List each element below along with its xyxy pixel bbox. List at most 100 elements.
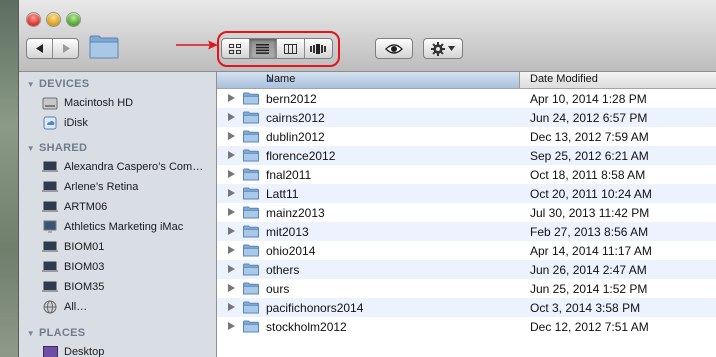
disclosure-triangle-icon: ▼: [26, 328, 35, 338]
folder-icon: [243, 263, 259, 276]
sidebar-item-desktop[interactable]: Desktop: [19, 342, 217, 357]
disclosure-triangle-icon[interactable]: [228, 322, 235, 330]
folder-icon: [243, 187, 259, 200]
date-modified: Jun 26, 2014 2:47 AM: [530, 263, 647, 277]
file-name: mit2013: [266, 225, 309, 239]
folder-icon: [243, 168, 259, 181]
table-row[interactable]: mit2013 Feb 27, 2013 8:56 AM: [217, 222, 716, 241]
chevron-right-icon: [62, 44, 70, 53]
file-name: fnal2011: [266, 168, 312, 182]
sidebar-item-shared-computer[interactable]: BIOM01: [19, 237, 217, 257]
sidebar-item-shared-computer[interactable]: ARTM06: [19, 197, 217, 217]
file-list: Name ▲ Date Modified bern2012 Apr 10, 201…: [217, 72, 716, 357]
sidebar-item-label: Desktop: [64, 346, 105, 357]
sidebar-section-devices[interactable]: ▼ DEVICES: [19, 75, 217, 93]
file-name: florence2012: [266, 149, 336, 163]
file-name: bern2012: [266, 92, 317, 106]
chevron-down-icon: [448, 46, 455, 51]
sidebar-item-shared-computer[interactable]: BIOM03: [19, 257, 217, 277]
date-modified: Jul 30, 2013 11:42 PM: [530, 206, 650, 220]
table-row[interactable]: fnal2011 Oct 18, 2011 8:58 AM: [217, 165, 716, 184]
disclosure-triangle-icon[interactable]: [228, 94, 235, 102]
disclosure-triangle-icon[interactable]: [228, 113, 235, 121]
imac-icon: [42, 220, 58, 234]
table-row[interactable]: others Jun 26, 2014 2:47 AM: [217, 260, 716, 279]
idisk-icon: [42, 116, 58, 130]
date-modified-column-header[interactable]: Date Modified: [530, 73, 598, 85]
table-row[interactable]: ohio2014 Apr 14, 2014 11:17 AM: [217, 241, 716, 260]
folder-icon: [243, 92, 259, 105]
sidebar-item-shared-computer[interactable]: BIOM35: [19, 277, 217, 297]
table-row[interactable]: ours Jun 25, 2014 1:52 PM: [217, 279, 716, 298]
date-modified: Oct 18, 2011 8:58 AM: [530, 168, 646, 182]
zoom-button[interactable]: [67, 13, 80, 26]
sidebar-item-label: Athletics Marketing iMac: [64, 221, 184, 233]
action-menu-button[interactable]: [423, 38, 463, 59]
network-globe-icon: [42, 300, 58, 314]
disclosure-triangle-icon[interactable]: [228, 227, 235, 235]
forward-button[interactable]: [53, 39, 78, 58]
file-name: ours: [266, 282, 290, 296]
sidebar-item-idisk[interactable]: iDisk: [19, 113, 217, 133]
sidebar-section-shared[interactable]: ▼ SHARED: [19, 139, 217, 157]
date-modified: Apr 10, 2014 1:28 PM: [530, 92, 647, 106]
finder-window: ▼ DEVICES Macintosh HD iDisk ▼ SHARED Al…: [18, 0, 716, 357]
disclosure-triangle-icon[interactable]: [228, 265, 235, 273]
file-name: cairns2012: [266, 111, 325, 125]
table-row[interactable]: dublin2012 Dec 13, 2012 7:59 AM: [217, 127, 716, 146]
hard-drive-icon: [42, 96, 58, 110]
computer-icon: [42, 240, 58, 254]
sidebar-item-label: BIOM01: [64, 241, 105, 253]
back-button[interactable]: [27, 39, 53, 58]
sidebar-section-places[interactable]: ▼ PLACES: [19, 324, 217, 342]
annotation-arrow: [176, 40, 218, 50]
disclosure-triangle-icon[interactable]: [228, 132, 235, 140]
folder-icon: [243, 225, 259, 238]
minimize-button[interactable]: [47, 13, 60, 26]
table-row[interactable]: florence2012 Sep 25, 2012 6:21 AM: [217, 146, 716, 165]
disclosure-triangle-icon[interactable]: [228, 151, 235, 159]
disclosure-triangle-icon[interactable]: [228, 170, 235, 178]
table-row[interactable]: bern2012 Apr 10, 2014 1:28 PM: [217, 89, 716, 108]
sidebar-section-label: SHARED: [39, 142, 88, 154]
toolbar: [19, 0, 716, 72]
table-row[interactable]: stockholm2012 Dec 12, 2012 7:51 AM: [217, 317, 716, 336]
disclosure-triangle-icon[interactable]: [228, 284, 235, 292]
date-modified: Dec 12, 2012 7:51 AM: [530, 320, 649, 334]
computer-icon: [42, 260, 58, 274]
disclosure-triangle-icon[interactable]: [228, 246, 235, 254]
date-modified: Oct 20, 2011 10:24 AM: [530, 187, 652, 201]
disclosure-triangle-icon[interactable]: [228, 303, 235, 311]
sidebar-item-shared-all[interactable]: All…: [19, 297, 217, 317]
annotation-highlight-box: [217, 31, 340, 67]
sidebar-item-label: All…: [64, 301, 88, 313]
desktop-icon: [42, 345, 58, 357]
computer-icon: [42, 200, 58, 214]
computer-icon: [42, 160, 58, 174]
disclosure-triangle-icon: ▼: [26, 143, 35, 153]
computer-icon: [42, 280, 58, 294]
sidebar-item-shared-computer[interactable]: Alexandra Caspero’s Com…: [19, 157, 217, 177]
sidebar-section-label: PLACES: [39, 327, 86, 339]
file-name: pacifichonors2014: [266, 301, 364, 315]
quick-look-button[interactable]: [375, 38, 413, 59]
table-row[interactable]: cairns2012 Jun 24, 2012 6:57 PM: [217, 108, 716, 127]
close-button[interactable]: [27, 13, 40, 26]
name-column-header[interactable]: Name ▲: [217, 72, 520, 88]
computer-icon: [42, 180, 58, 194]
disclosure-triangle-icon[interactable]: [228, 208, 235, 216]
table-row[interactable]: pacifichonors2014 Oct 3, 2014 3:58 PM: [217, 298, 716, 317]
table-row[interactable]: mainz2013 Jul 30, 2013 11:42 PM: [217, 203, 716, 222]
sidebar-item-macintosh-hd[interactable]: Macintosh HD: [19, 93, 217, 113]
date-modified: Jun 24, 2012 6:57 PM: [530, 111, 648, 125]
table-row[interactable]: Latt11 Oct 20, 2011 10:24 AM: [217, 184, 716, 203]
disclosure-triangle-icon: ▼: [26, 79, 35, 89]
folder-icon: [243, 244, 259, 257]
file-name: stockholm2012: [266, 320, 347, 334]
folder-icon: [243, 320, 259, 333]
folder-icon: [243, 149, 259, 162]
sidebar-item-shared-imac[interactable]: Athletics Marketing iMac: [19, 217, 217, 237]
disclosure-triangle-icon[interactable]: [228, 189, 235, 197]
sidebar-item-shared-computer[interactable]: Arlene’s Retina: [19, 177, 217, 197]
file-name: dublin2012: [266, 130, 325, 144]
